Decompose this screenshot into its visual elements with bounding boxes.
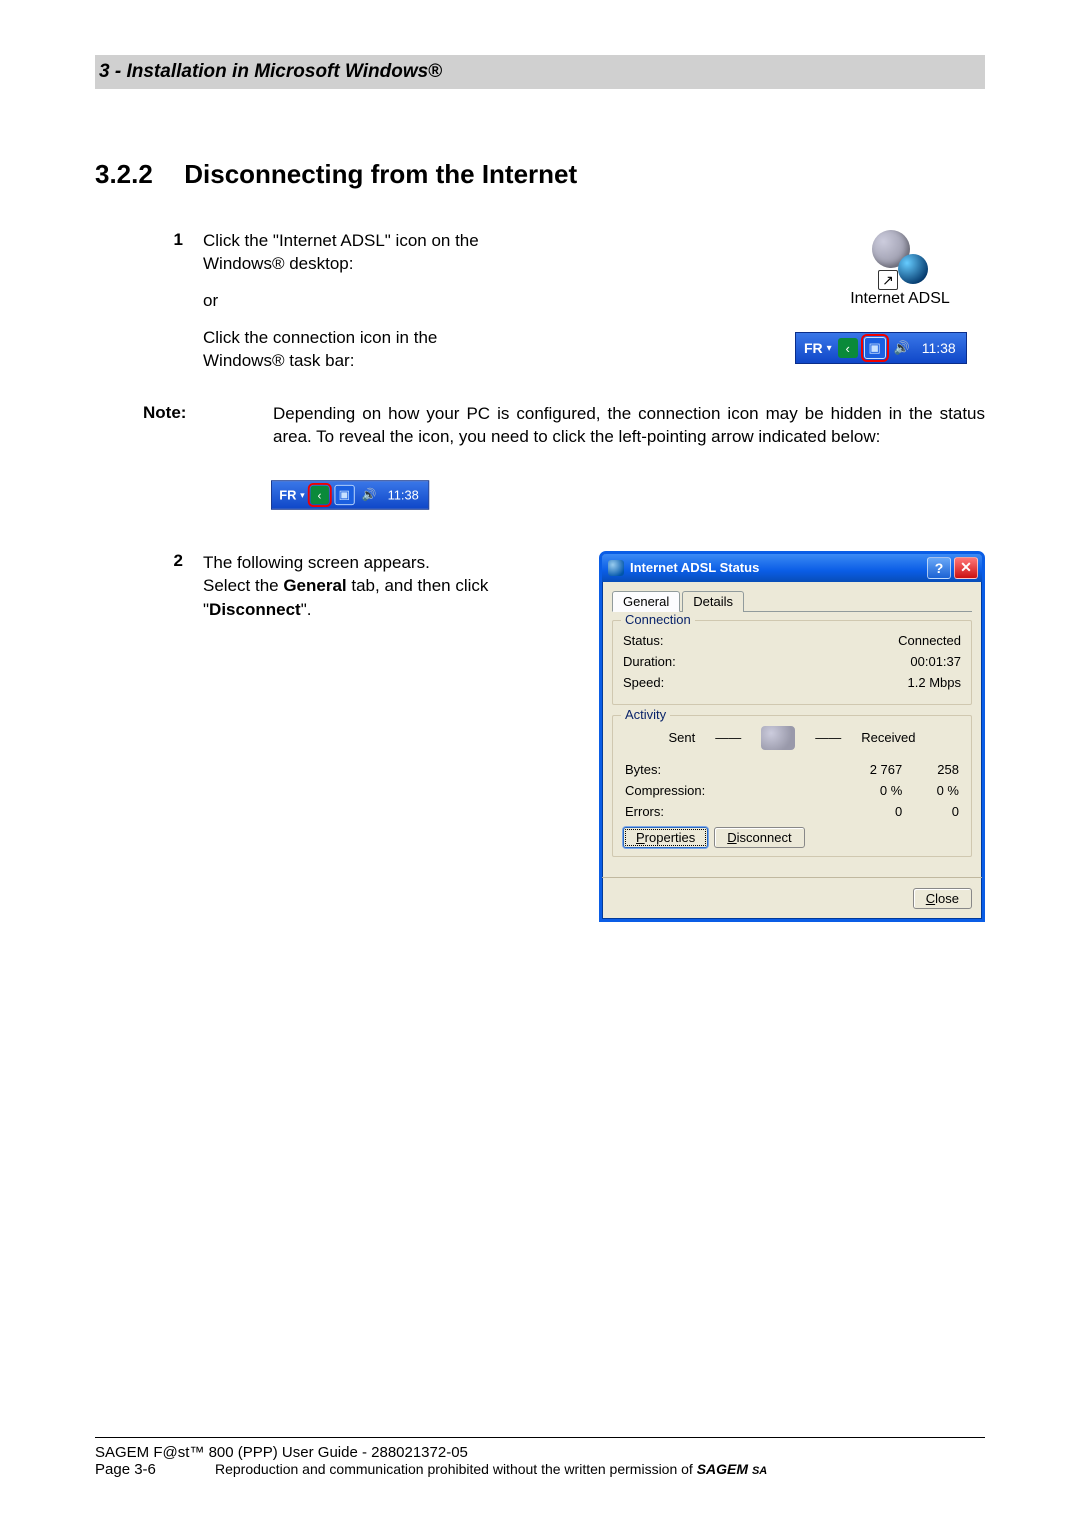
globe-icon: ↗ <box>872 230 928 286</box>
status-value: Connected <box>898 633 961 648</box>
note-label: Note: <box>143 403 273 449</box>
tray-lang[interactable]: FR <box>279 487 296 502</box>
taskbar-tray: FR ▾ ‹ ▣ 🔊 11:38 <box>795 332 967 364</box>
activity-computers-icon <box>761 726 795 750</box>
close-button[interactable]: Close <box>913 888 972 909</box>
desktop-shortcut-internet-adsl[interactable]: ↗ Internet ADSL <box>815 230 985 308</box>
registered-mark: ® <box>428 61 442 82</box>
dialog-app-icon <box>608 560 624 576</box>
err-received: 0 <box>904 802 959 821</box>
activity-group: Activity Sent —— —— Received Bytes:2 767… <box>612 715 972 857</box>
tray-expand-chevron-icon[interactable]: ‹ <box>838 338 858 358</box>
section-heading: 3.2.2 Disconnecting from the Internet <box>95 159 985 190</box>
section-number: 3.2.2 <box>95 159 177 190</box>
row-compression: Compression:0 %0 % <box>625 781 959 800</box>
footer-line-1: SAGEM F@st™ 800 (PPP) User Guide - 28802… <box>95 1444 985 1461</box>
tab-general[interactable]: General <box>612 591 680 612</box>
chapter-title: Installation in Microsoft Windows <box>126 61 428 82</box>
note-body: Depending on how your PC is configured, … <box>273 403 985 449</box>
properties-button[interactable]: Properties <box>623 827 708 848</box>
row-errors: Errors:00 <box>625 802 959 821</box>
speed-label: Speed: <box>623 675 664 690</box>
bytes-received: 258 <box>904 760 959 779</box>
connection-group: Connection Status:Connected Duration:00:… <box>612 620 972 705</box>
tray-connection-icon[interactable]: ▣ <box>334 484 354 504</box>
bytes-sent: 2 767 <box>823 760 902 779</box>
step-number-2: 2 <box>143 551 203 571</box>
tray-volume-icon[interactable]: 🔊 <box>360 485 378 503</box>
dialog-tabs: General Details <box>612 590 972 612</box>
duration-value: 00:01:37 <box>910 654 961 669</box>
step-number-1: 1 <box>143 230 203 373</box>
activity-sent-label: Sent <box>669 730 696 745</box>
connection-legend: Connection <box>621 612 695 627</box>
page-footer: SAGEM F@st™ 800 (PPP) User Guide - 28802… <box>95 1437 985 1478</box>
duration-label: Duration: <box>623 654 676 669</box>
shortcut-arrow-icon: ↗ <box>878 270 898 290</box>
step-1-text: Click the "Internet ADSL" icon on the Wi… <box>203 230 503 373</box>
comp-sent: 0 % <box>823 781 902 800</box>
taskbar-tray-example: FR ▾ ‹ ▣ 🔊 11:38 <box>271 480 429 509</box>
desktop-icon-label: Internet ADSL <box>815 290 985 308</box>
comp-received: 0 % <box>904 781 959 800</box>
status-dialog: Internet ADSL Status ? ✕ General Details… <box>599 551 985 922</box>
tray-lang-caret-icon[interactable]: ▾ <box>300 490 305 500</box>
tray-connection-icon[interactable]: ▣ <box>864 337 886 359</box>
activity-legend: Activity <box>621 707 670 722</box>
step-1-or: or <box>203 290 503 313</box>
titlebar-close-button[interactable]: ✕ <box>954 557 978 579</box>
tray-clock: 11:38 <box>922 340 956 356</box>
dialog-title: Internet ADSL Status <box>630 560 759 575</box>
row-bytes: Bytes:2 767258 <box>625 760 959 779</box>
status-label: Status: <box>623 633 663 648</box>
tray-lang[interactable]: FR <box>804 340 823 356</box>
chapter-num: 3 <box>99 61 110 82</box>
activity-received-label: Received <box>861 730 915 745</box>
tray-volume-icon[interactable]: 🔊 <box>892 338 912 358</box>
dialog-titlebar[interactable]: Internet ADSL Status ? ✕ <box>602 554 982 582</box>
err-sent: 0 <box>823 802 902 821</box>
disconnect-button[interactable]: Disconnect <box>714 827 804 848</box>
tray-lang-caret-icon[interactable]: ▾ <box>827 343 832 354</box>
titlebar-help-button[interactable]: ? <box>927 557 951 579</box>
section-title: Disconnecting from the Internet <box>184 159 577 189</box>
step-2-text: The following screen appears. Select the… <box>203 551 493 622</box>
tray-clock: 11:38 <box>388 487 419 502</box>
footer-page-number: Page 3-6 <box>95 1461 215 1478</box>
tray-expand-chevron-icon[interactable]: ‹ <box>310 485 328 503</box>
tab-details[interactable]: Details <box>682 591 744 612</box>
speed-value: 1.2 Mbps <box>908 675 961 690</box>
footer-notice: Reproduction and communication prohibite… <box>215 1461 985 1478</box>
chapter-header: 3 - Installation in Microsoft Windows® <box>95 55 985 89</box>
